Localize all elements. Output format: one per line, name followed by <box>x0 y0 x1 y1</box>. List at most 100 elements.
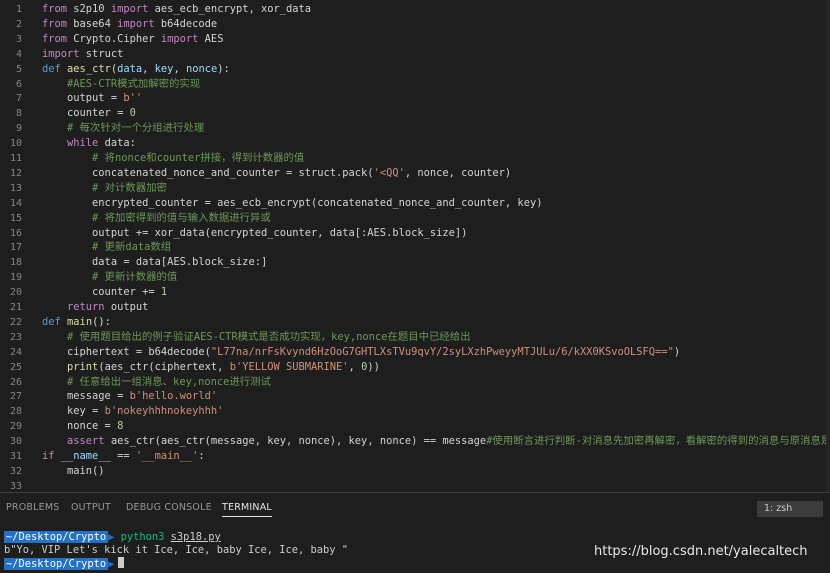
line-number: 10 <box>9 138 22 150</box>
code-token: '__main__' <box>135 450 199 462</box>
code-token: base64 <box>67 17 118 30</box>
code-token: import <box>110 3 149 15</box>
tab-debug-console[interactable]: DEBUG CONSOLE <box>126 502 212 513</box>
line-number: 17 <box>9 242 22 254</box>
code-line[interactable]: 3 from Crypto.Cipher import AES <box>0 32 830 47</box>
tab-output[interactable]: OUTPUT <box>71 502 111 513</box>
code-line[interactable]: 29 nonce = 8 <box>0 419 830 434</box>
prompt-arrow-icon: ▶ <box>108 558 115 570</box>
code-line[interactable]: 13 # 对计数器加密 <box>0 181 830 196</box>
code-token: encrypted_counter = aes_ecb_encrypt(conc… <box>42 196 543 209</box>
code-token: # 对计数器加密 <box>92 181 167 194</box>
code-line[interactable]: 23 # 使用题目给出的例子验证AES-CTR模式是否成功实现，key,nonc… <box>0 330 830 345</box>
code-token: from <box>42 32 68 45</box>
code-token: import <box>117 17 155 30</box>
code-token: #AES-CTR模式加解密的实现 <box>67 77 201 90</box>
code-line[interactable]: 28 key = b'nokeyhhhnokeyhhh' <box>0 404 830 419</box>
code-text: def aes_ctr(data, key, nonce): <box>42 62 230 77</box>
code-token: == <box>110 450 136 462</box>
code-line[interactable]: 31 if __name__ == '__main__': <box>0 449 830 464</box>
code-token: (aes_ctr(ciphertext, <box>98 360 230 373</box>
code-token: key <box>154 62 174 75</box>
line-number: 13 <box>9 182 22 194</box>
terminal-line-3[interactable]: ~/Desktop/Crypto ▶ <box>4 557 125 570</box>
terminal-prompt: ~/Desktop/Crypto <box>4 558 109 570</box>
code-line[interactable]: 18 data = data[AES.block_size:] <box>0 255 830 270</box>
line-number: 1 <box>15 4 22 15</box>
code-text: def main(): <box>42 315 111 330</box>
code-line[interactable]: 11 # 将nonce和counter拼接，得到计数器的值 <box>0 151 830 166</box>
prompt-arrow-icon: ▶ <box>108 531 121 543</box>
code-line[interactable]: 5 def aes_ctr(data, key, nonce): <box>0 62 830 77</box>
code-line[interactable]: 21 return output <box>0 300 830 315</box>
code-token: b64decode <box>154 17 218 30</box>
code-text: while data: <box>42 136 136 151</box>
code-token: data <box>117 62 143 75</box>
tab-terminal[interactable]: TERMINAL <box>222 502 272 517</box>
line-number: 3 <box>15 33 22 45</box>
code-line[interactable]: 14 encrypted_counter = aes_ecb_encrypt(c… <box>0 196 830 211</box>
line-number: 29 <box>9 421 22 433</box>
code-text: from s2p10 import aes_ecb_encrypt, xor_d… <box>42 2 311 17</box>
code-line[interactable]: 2 from base64 import b64decode <box>0 17 830 32</box>
code-token: b'nokeyhhhnokeyhhh' <box>104 405 224 418</box>
code-line[interactable]: 19 # 更新计数器的值 <box>0 270 830 285</box>
code-line[interactable]: 7 output = b'' <box>0 91 830 106</box>
code-line[interactable]: 4 import struct <box>0 47 830 62</box>
code-text: # 任意给出一组消息、key,nonce进行测试 <box>42 375 271 390</box>
line-number: 33 <box>9 480 22 492</box>
code-token: def <box>42 62 61 75</box>
code-token: , <box>348 360 362 373</box>
code-line[interactable]: 15 # 将加密得到的值与输入数据进行异或 <box>0 211 830 226</box>
terminal-cursor <box>118 557 125 568</box>
code-line[interactable]: 26 # 任意给出一组消息、key,nonce进行测试 <box>0 375 830 390</box>
code-token: aes_ctr(aes_ctr(message, key, nonce), ke… <box>104 435 487 448</box>
tab-problems[interactable]: PROBLEMS <box>6 502 59 513</box>
code-line[interactable]: 25 print(aes_ctr(ciphertext, b'YELLOW SU… <box>0 360 830 375</box>
line-number: 14 <box>9 197 22 209</box>
editor-scrollbar[interactable] <box>826 0 830 492</box>
code-text: # 更新data数组 <box>42 240 171 255</box>
code-line[interactable]: 10 while data: <box>0 136 830 151</box>
code-token: b'YELLOW SUBMARINE' <box>229 360 349 373</box>
code-line[interactable]: 9 # 每次针对一个分组进行处理 <box>0 121 830 136</box>
terminal-shell-select[interactable]: 1: zsh <box>757 501 823 517</box>
code-text: from Crypto.Cipher import AES <box>42 32 223 47</box>
code-text: # 更新计数器的值 <box>42 270 177 285</box>
code-line[interactable]: 17 # 更新data数组 <box>0 240 830 255</box>
code-line[interactable]: 20 counter += 1 <box>0 285 830 300</box>
code-token: # 每次针对一个分组进行处理 <box>67 122 205 135</box>
code-line[interactable]: 30 assert aes_ctr(aes_ctr(message, key, … <box>0 434 830 449</box>
line-number: 23 <box>9 331 22 343</box>
code-line[interactable]: 8 counter = 0 <box>0 106 830 121</box>
code-text: counter += 1 <box>42 285 167 300</box>
code-line[interactable]: 33 <box>0 479 830 492</box>
code-line[interactable]: 22 def main(): <box>0 315 830 330</box>
code-line[interactable]: 16 output += xor_data(encrypted_counter,… <box>0 226 830 241</box>
terminal-argument: s3p18.py <box>170 531 221 543</box>
line-number: 32 <box>9 465 22 477</box>
code-line[interactable]: 27 message = b'hello.world' <box>0 389 830 404</box>
code-token: nonce <box>185 62 218 75</box>
code-token: ) <box>673 345 681 358</box>
code-line[interactable]: 6 #AES-CTR模式加解密的实现 <box>0 77 830 92</box>
code-line[interactable]: 1 from s2p10 import aes_ecb_encrypt, xor_… <box>0 2 830 17</box>
code-line[interactable]: 24 ciphertext = b64decode("L77na/nrFsKvy… <box>0 345 830 360</box>
code-token: # 更新计数器的值 <box>92 271 178 284</box>
code-token: 1 <box>160 286 168 299</box>
line-number: 19 <box>9 272 22 284</box>
code-line[interactable]: 32 main() <box>0 464 830 479</box>
code-text: # 对计数器加密 <box>42 181 167 196</box>
code-editor[interactable]: 1 from s2p10 import aes_ecb_encrypt, xor_… <box>0 0 830 492</box>
code-line[interactable]: 12 concatenated_nonce_and_counter = stru… <box>0 166 830 181</box>
code-token: , <box>142 62 155 75</box>
code-text: assert aes_ctr(aes_ctr(message, key, non… <box>42 434 830 449</box>
line-number: 22 <box>9 316 22 328</box>
code-token: #使用断言进行判断-对消息先加密再解密，看解密的得到的消息与原消息是否相符 <box>486 435 830 448</box>
code-text: # 使用题目给出的例子验证AES-CTR模式是否成功实现，key,nonce在题… <box>42 330 471 345</box>
